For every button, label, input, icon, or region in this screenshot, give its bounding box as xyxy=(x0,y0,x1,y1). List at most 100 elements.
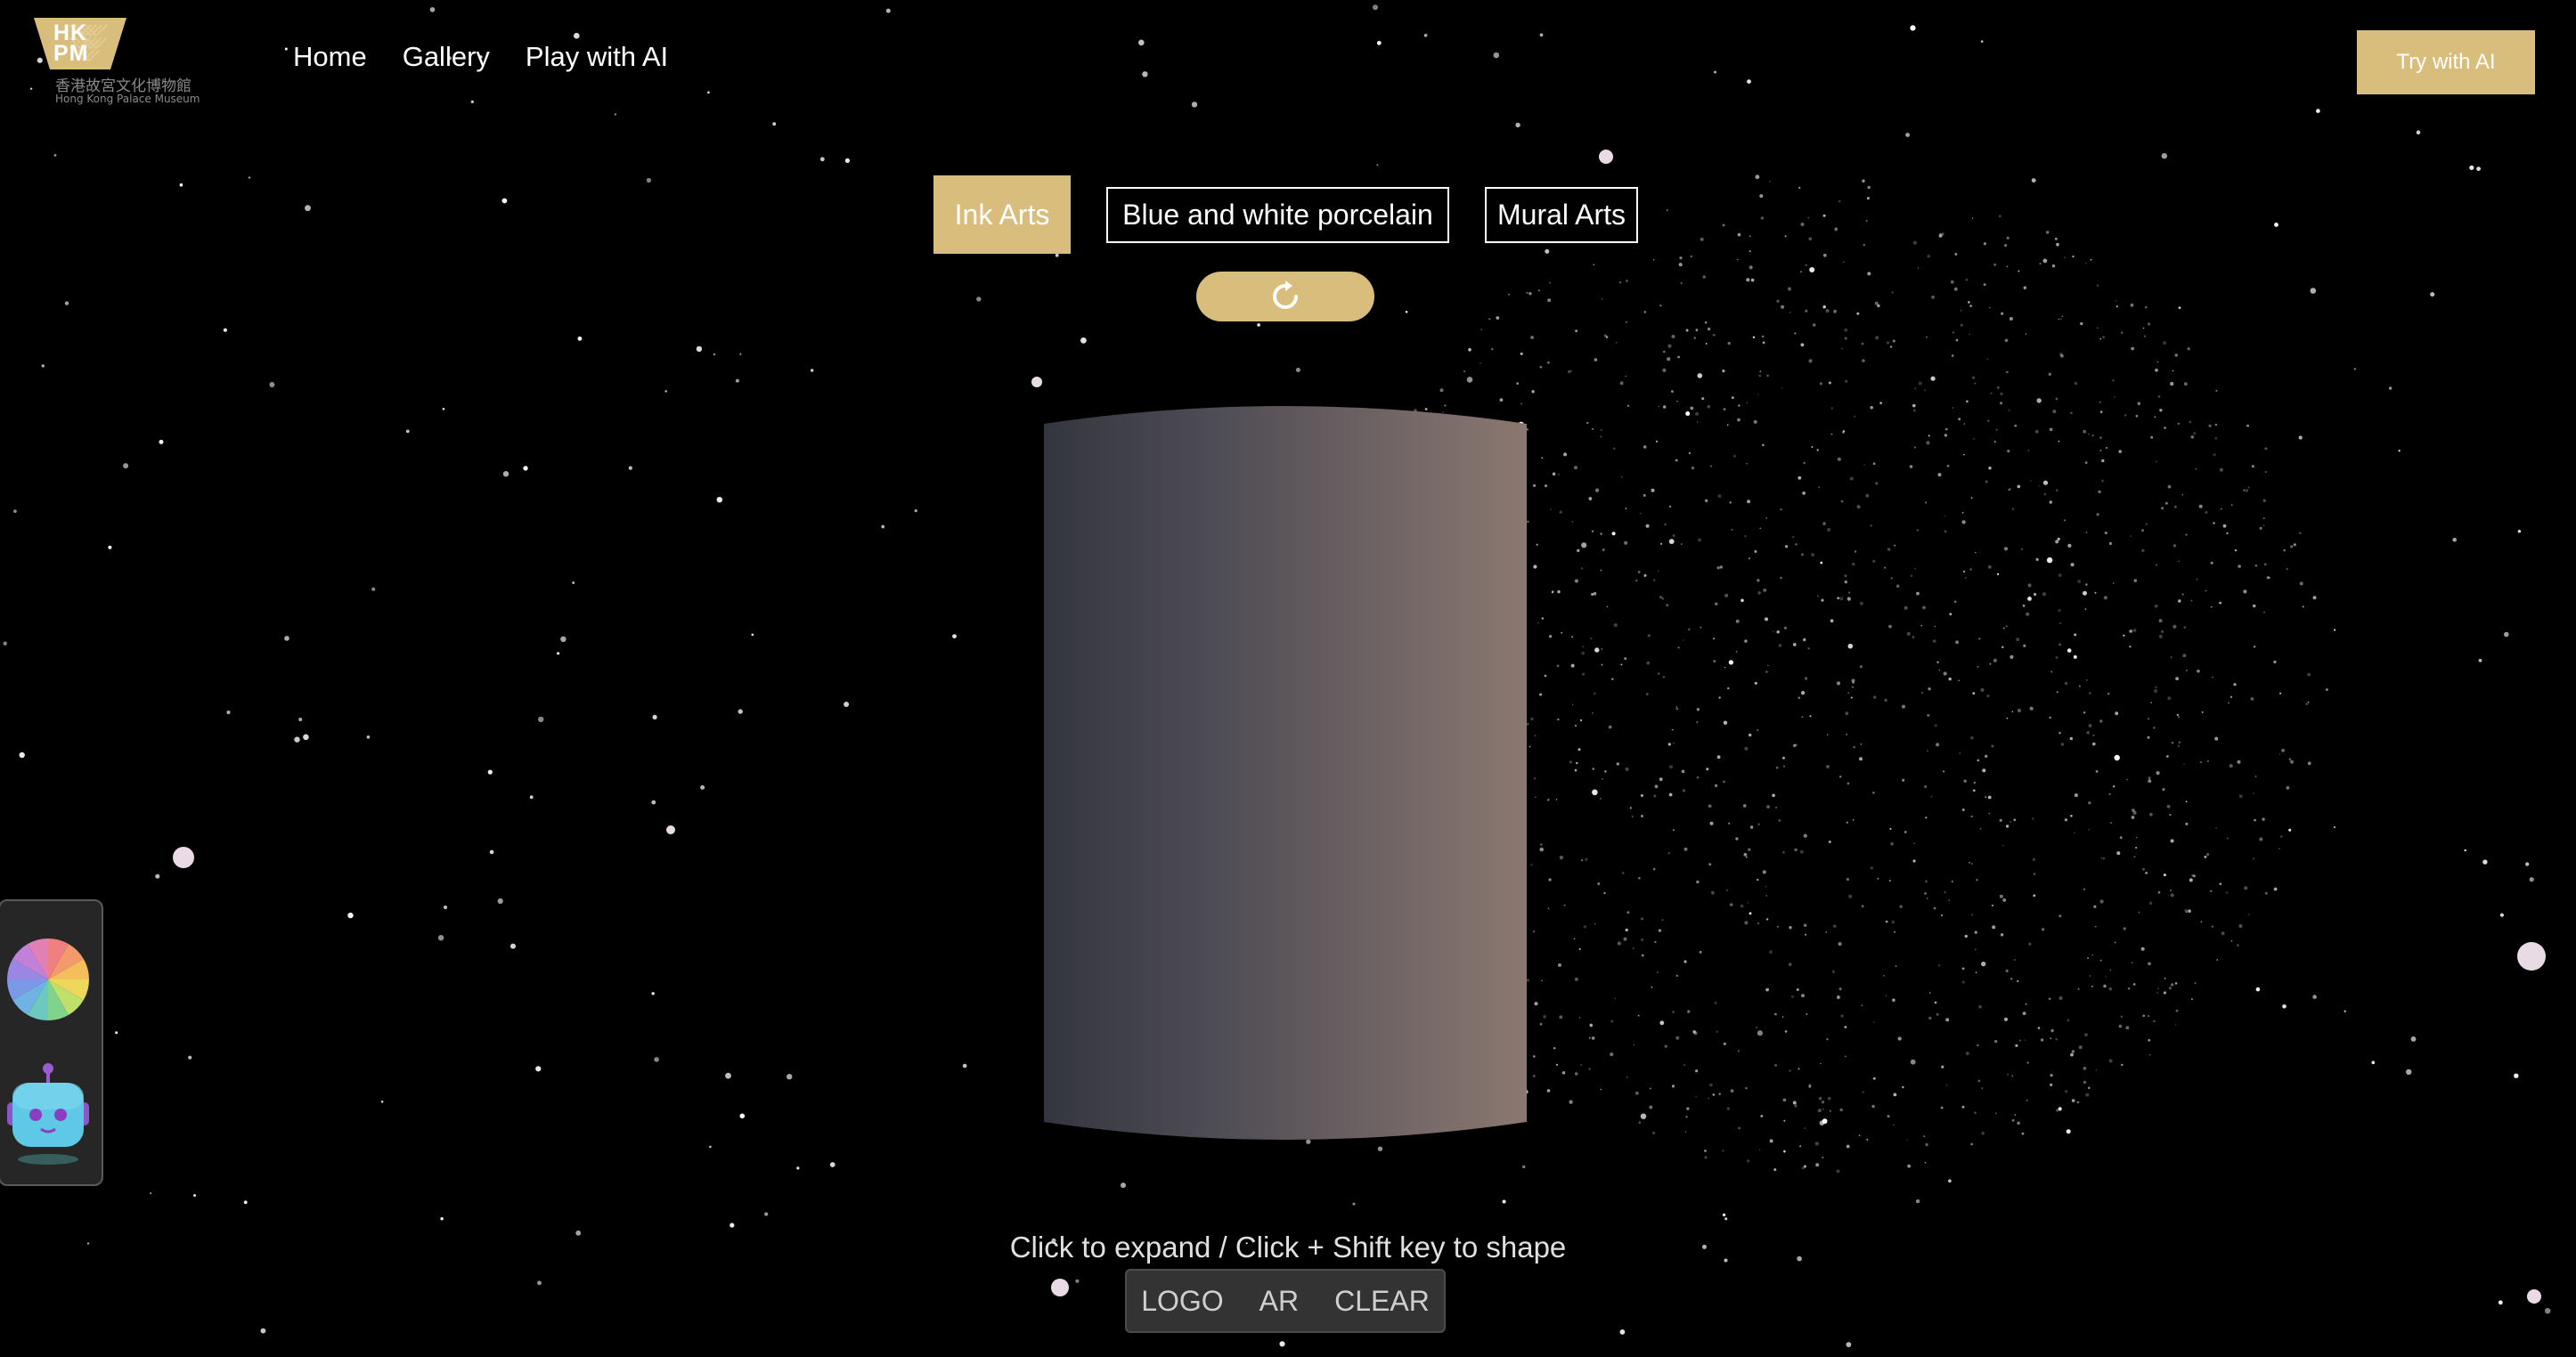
star xyxy=(2085,262,2087,264)
star xyxy=(1925,817,1928,819)
star xyxy=(2243,589,2247,594)
nav-gallery[interactable]: Gallery xyxy=(403,41,490,73)
star xyxy=(2060,743,2065,746)
star xyxy=(1766,374,1769,378)
star xyxy=(1781,850,1786,854)
star xyxy=(1932,639,1936,643)
star xyxy=(1975,971,1977,974)
nav-home[interactable]: Home xyxy=(293,41,367,73)
star xyxy=(1987,565,1992,569)
star xyxy=(2166,804,2171,809)
star xyxy=(2131,962,2133,964)
star xyxy=(2171,983,2174,987)
star xyxy=(1659,777,1663,782)
star xyxy=(1539,847,1544,852)
star xyxy=(1767,664,1769,667)
star xyxy=(1758,1149,1761,1151)
star xyxy=(1592,789,1598,796)
robot-icon[interactable] xyxy=(5,1063,91,1166)
star xyxy=(1906,631,1911,636)
star xyxy=(529,795,534,800)
star xyxy=(2058,440,2060,443)
hkpm-logo[interactable]: HK PM 香港故宮文化博物館 Hong Kong Palace Museum xyxy=(34,18,212,109)
star xyxy=(1650,1087,1651,1090)
star xyxy=(2058,914,2062,918)
star xyxy=(2002,627,2005,630)
star xyxy=(2464,849,2466,852)
star xyxy=(1963,779,1967,783)
star xyxy=(2150,702,2153,703)
star xyxy=(1955,338,1959,342)
star xyxy=(1142,71,1148,77)
star xyxy=(64,301,69,305)
star xyxy=(2190,435,2195,439)
star xyxy=(1846,733,1848,735)
star xyxy=(2072,255,2075,258)
star xyxy=(2026,1099,2028,1101)
star xyxy=(2190,599,2193,602)
star xyxy=(1606,605,1609,608)
star xyxy=(1586,421,1589,425)
star xyxy=(1563,904,1566,906)
star xyxy=(1526,291,1528,294)
star xyxy=(2213,522,2215,524)
star xyxy=(2282,1004,2287,1009)
star xyxy=(1948,899,1950,901)
star xyxy=(2026,1061,2029,1064)
nav-play-with-ai[interactable]: Play with AI xyxy=(526,41,668,73)
star xyxy=(2056,242,2059,247)
star xyxy=(1352,1202,1356,1206)
star xyxy=(1591,530,1594,532)
star xyxy=(1594,922,1596,925)
star xyxy=(1973,789,1976,792)
star xyxy=(2006,265,2009,268)
star xyxy=(1971,217,1974,219)
star xyxy=(651,800,656,805)
star xyxy=(2056,246,2058,248)
star xyxy=(2092,742,2096,746)
star xyxy=(2014,424,2018,427)
category-mural-arts[interactable]: Mural Arts xyxy=(1485,187,1638,243)
star xyxy=(811,369,814,372)
star xyxy=(829,1162,836,1167)
star xyxy=(1675,459,1678,462)
star xyxy=(2099,899,2104,904)
star xyxy=(1735,619,1740,623)
star xyxy=(1652,258,1655,261)
star xyxy=(1885,920,1888,923)
canvas-cylinder[interactable] xyxy=(1044,402,1527,1143)
star xyxy=(1985,480,1988,483)
star xyxy=(1716,566,1720,570)
star xyxy=(2128,987,2131,990)
star xyxy=(2058,573,2062,577)
star xyxy=(1080,337,1087,344)
star xyxy=(1680,282,1683,284)
star xyxy=(1997,573,2000,575)
star xyxy=(1872,462,1876,465)
star xyxy=(2416,130,2421,134)
ar-button[interactable]: AR xyxy=(1259,1285,1299,1318)
logo-button[interactable]: LOGO xyxy=(1141,1285,1223,1318)
star xyxy=(1769,950,1773,954)
star xyxy=(1575,329,1577,332)
star xyxy=(1683,639,1684,641)
star xyxy=(1765,517,1767,519)
star xyxy=(1765,617,1768,622)
star xyxy=(2048,997,2051,1000)
try-with-ai-button[interactable]: Try with AI xyxy=(2357,30,2535,94)
color-wheel-icon[interactable] xyxy=(7,939,89,1020)
star xyxy=(2118,1024,2123,1028)
star xyxy=(1818,486,1820,489)
category-ink-arts[interactable]: Ink Arts xyxy=(933,175,1071,254)
star xyxy=(1745,856,1748,858)
star xyxy=(1635,579,1638,582)
star xyxy=(1466,377,1473,383)
category-blue-white-porcelain[interactable]: Blue and white porcelain xyxy=(1106,187,1449,243)
star xyxy=(1862,359,1865,362)
reset-button[interactable] xyxy=(1196,272,1374,321)
clear-button[interactable]: CLEAR xyxy=(1334,1285,1430,1318)
star xyxy=(1279,1341,1285,1347)
star xyxy=(1726,1107,1731,1110)
star xyxy=(2115,305,2118,308)
star xyxy=(1685,329,1689,332)
